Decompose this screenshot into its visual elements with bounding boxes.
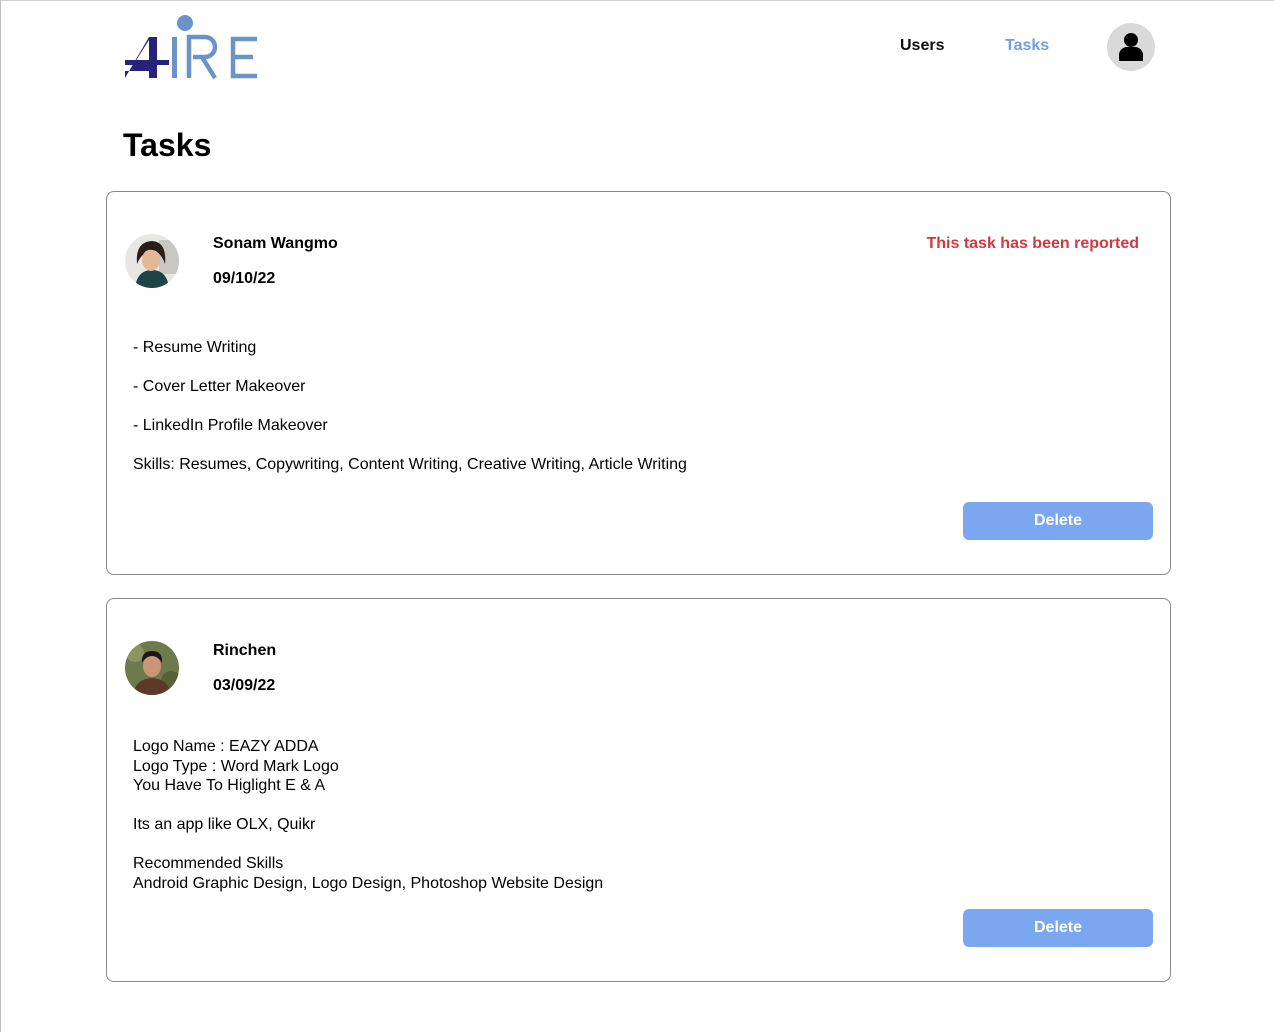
user-name: Sonam Wangmo xyxy=(213,235,338,252)
nav-tasks[interactable]: Tasks xyxy=(1005,37,1049,55)
person-icon xyxy=(1119,33,1143,61)
user-avatar xyxy=(125,234,179,288)
task-line: - Resume Writing xyxy=(133,339,257,356)
task-card: Rinchen 03/09/22 Logo Name : EAZY ADDA L… xyxy=(106,598,1171,982)
task-line: - Cover Letter Makeover xyxy=(133,378,306,395)
nav-users[interactable]: Users xyxy=(900,37,944,55)
logo[interactable] xyxy=(123,15,263,81)
task-line: - LinkedIn Profile Makeover xyxy=(133,417,328,434)
page-title: Tasks xyxy=(123,127,212,163)
reported-status: This task has been reported xyxy=(926,235,1139,252)
task-description: - Resume Writing - Cover Letter Makeover… xyxy=(133,338,687,494)
task-date: 09/10/22 xyxy=(213,270,276,287)
task-skills: Skills: Resumes, Copywriting, Content Wr… xyxy=(133,456,687,473)
account-button[interactable] xyxy=(1107,23,1155,71)
task-description: Logo Name : EAZY ADDA Logo Type : Word M… xyxy=(133,738,604,892)
logo-mark xyxy=(125,15,257,80)
user-name: Rinchen xyxy=(213,642,277,659)
delete-button[interactable]: Delete xyxy=(963,502,1153,540)
task-card: Sonam Wangmo 09/10/22 This task has been… xyxy=(106,191,1171,575)
user-avatar xyxy=(125,641,179,695)
delete-button[interactable]: Delete xyxy=(963,909,1153,947)
task-date: 03/09/22 xyxy=(213,677,276,694)
